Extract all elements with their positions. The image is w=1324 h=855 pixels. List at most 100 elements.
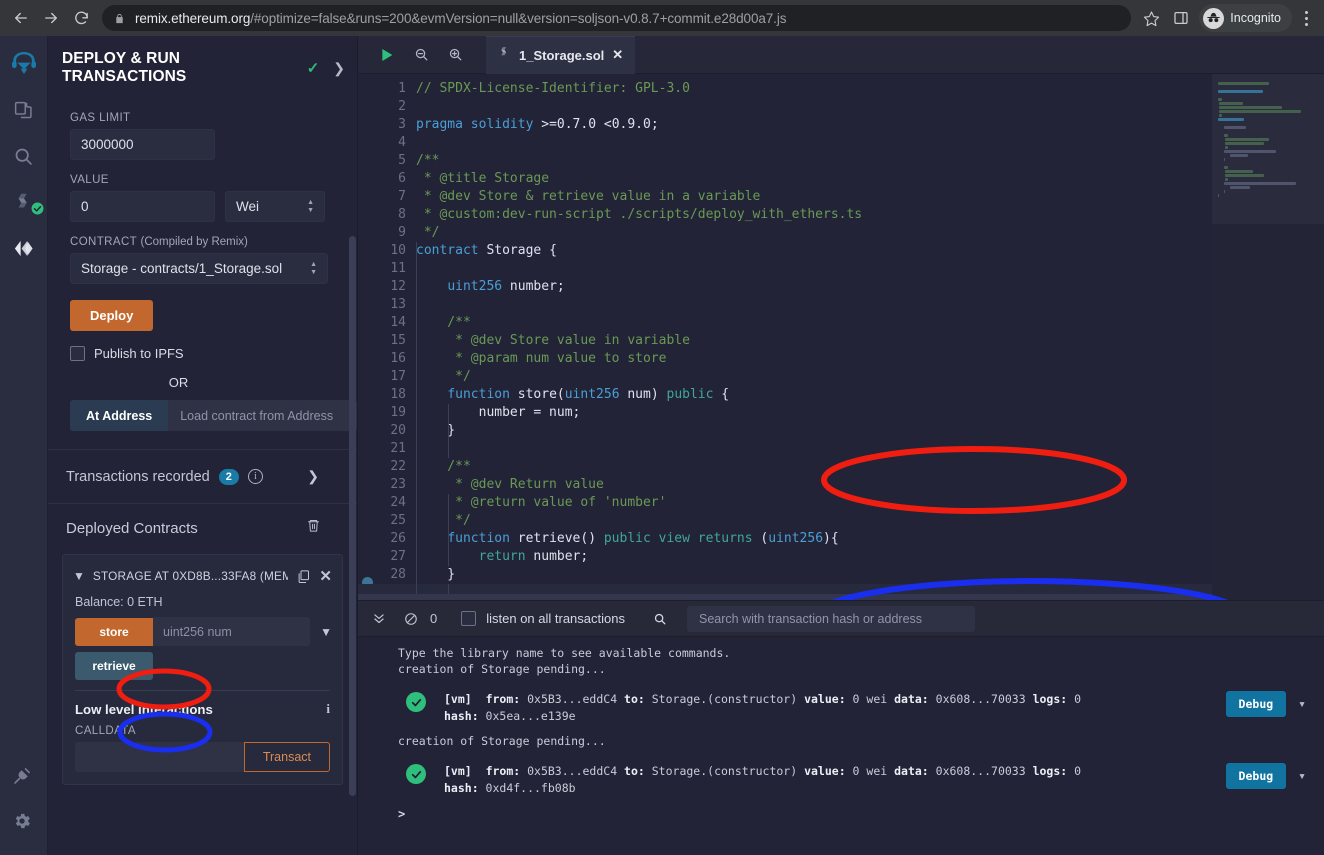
- expand-terminal-icon[interactable]: [368, 608, 390, 630]
- incognito-indicator[interactable]: Incognito: [1199, 4, 1292, 32]
- info-icon[interactable]: i: [247, 469, 263, 484]
- low-level-interactions-header: Low level interactions i: [63, 691, 342, 717]
- listen-all-transactions-checkbox[interactable]: [461, 611, 477, 626]
- clear-console-icon[interactable]: [400, 608, 422, 630]
- contract-select-value: Storage - contracts/1_Storage.sol: [81, 261, 283, 276]
- line-number: 1: [398, 81, 406, 96]
- info-icon[interactable]: i: [326, 701, 330, 717]
- deploy-run-icon[interactable]: [2, 226, 46, 270]
- store-button[interactable]: store: [75, 617, 153, 646]
- editor-horizontal-scrollbar[interactable]: [358, 594, 1218, 600]
- at-address-button[interactable]: At Address: [70, 400, 169, 431]
- code-line: function retrieve() public view returns …: [447, 531, 839, 546]
- terminal-prompt[interactable]: >: [358, 797, 1324, 821]
- terminal-output[interactable]: Type the library name to see available c…: [358, 637, 1324, 855]
- editor-vertical-scrollbar[interactable]: [1204, 74, 1212, 600]
- chevron-down-icon[interactable]: ▾: [1298, 697, 1306, 712]
- line-number: 19: [390, 405, 406, 420]
- close-icon[interactable]: ✕: [319, 567, 332, 585]
- calldata-input[interactable]: [75, 742, 244, 772]
- chevron-down-icon[interactable]: ▼: [73, 569, 85, 583]
- file-explorer-icon[interactable]: [2, 88, 46, 132]
- zoom-out-icon[interactable]: [404, 38, 438, 72]
- contract-balance: Balance: 0 ETH: [75, 595, 163, 609]
- code-line: * @dev Return value: [416, 477, 604, 492]
- back-button[interactable]: [6, 3, 36, 33]
- gas-limit-input[interactable]: 3000000: [70, 129, 215, 160]
- settings-gear-icon[interactable]: [0, 799, 44, 843]
- contract-label: CONTRACT (Compiled by Remix): [70, 236, 357, 248]
- transaction-search-input[interactable]: Search with transaction hash or address: [686, 605, 975, 632]
- plugin-manager-icon[interactable]: [0, 753, 44, 797]
- zoom-in-icon[interactable]: [438, 38, 472, 72]
- close-icon[interactable]: ✕: [612, 47, 623, 63]
- main-area: 1_Storage.sol ✕ 1 2 3 4 5 6 7 8 9 10 11 12 13 14 15 16 1…: [358, 36, 1324, 855]
- debug-button[interactable]: Debug: [1225, 763, 1287, 789]
- code-line: /**: [416, 315, 471, 330]
- code-line: // SPDX-License-Identifier: GPL-3.0: [416, 81, 690, 96]
- calldata-label: CALLDATA: [75, 725, 136, 737]
- side-panel-icon[interactable]: [1167, 4, 1195, 32]
- line-number: 21: [390, 441, 406, 456]
- copy-icon[interactable]: [296, 569, 311, 584]
- contract-label-sub: (Compiled by Remix): [140, 236, 248, 248]
- code-line: */: [416, 369, 471, 384]
- transactions-count-badge: 2: [218, 468, 239, 485]
- chevron-down-icon[interactable]: ▾: [1298, 769, 1306, 784]
- transactions-recorded-label: Transactions recorded: [66, 468, 210, 485]
- line-number: 23: [390, 477, 406, 492]
- search-icon[interactable]: [2, 134, 46, 178]
- panel-scrollbar[interactable]: [349, 236, 356, 796]
- trash-icon[interactable]: [306, 518, 321, 538]
- editor-minimap[interactable]: [1212, 74, 1324, 600]
- store-input[interactable]: uint256 num: [153, 617, 311, 646]
- reload-button[interactable]: [66, 3, 96, 33]
- line-number: 7: [398, 189, 406, 204]
- editor-toolbar: 1_Storage.sol ✕: [358, 36, 1324, 74]
- address-bar[interactable]: remix.ethereum.org/#optimize=false&runs=…: [102, 5, 1132, 31]
- run-script-icon[interactable]: [370, 38, 404, 72]
- contract-card-header[interactable]: ▼ STORAGE AT 0XD8B...33FA8 (MEM ✕: [63, 563, 342, 589]
- chevron-down-icon[interactable]: ▼: [310, 625, 332, 639]
- tab-1-storage-sol[interactable]: 1_Storage.sol ✕: [486, 36, 636, 74]
- value-unit-select[interactable]: Wei ▲ ▼: [225, 191, 325, 222]
- value-input[interactable]: 0: [70, 191, 215, 222]
- chrome-menu-button[interactable]: [1294, 4, 1318, 32]
- chevron-right-icon[interactable]: ❯: [307, 468, 319, 485]
- remix-home-icon[interactable]: [2, 42, 46, 86]
- code-line: * @title Storage: [416, 171, 550, 186]
- solidity-compiler-icon[interactable]: [2, 180, 46, 224]
- code-line: number = num;: [416, 405, 581, 420]
- stepper-icon: ▲ ▼: [307, 198, 314, 214]
- debug-button[interactable]: Debug: [1225, 691, 1287, 717]
- line-number: 9: [398, 225, 406, 240]
- publish-to-ipfs-checkbox[interactable]: [70, 346, 85, 361]
- code-line: * @return value of 'number': [416, 495, 667, 510]
- contract-label-main: CONTRACT: [70, 236, 137, 248]
- check-icon: ✓: [306, 60, 320, 77]
- chevron-right-icon[interactable]: ❯: [333, 60, 345, 77]
- retrieve-button[interactable]: retrieve: [75, 652, 153, 680]
- transactions-recorded-row[interactable]: Transactions recorded 2 i ❯: [48, 450, 357, 503]
- at-address-input[interactable]: Load contract from Address: [168, 400, 357, 431]
- code-editor[interactable]: 1 2 3 4 5 6 7 8 9 10 11 12 13 14 15 16 17 18 19 20 21 22 23 24 2…: [358, 74, 1324, 600]
- incognito-label: Incognito: [1230, 11, 1281, 25]
- incognito-avatar-icon: [1203, 7, 1225, 29]
- contract-select[interactable]: Storage - contracts/1_Storage.sol ▲ ▼: [70, 253, 328, 284]
- line-number: 17: [390, 369, 406, 384]
- bookmark-star-icon[interactable]: [1137, 4, 1165, 32]
- transact-button[interactable]: Transact: [243, 742, 330, 772]
- code-content[interactable]: // SPDX-License-Identifier: GPL-3.0 prag…: [358, 80, 1324, 600]
- search-icon[interactable]: [653, 612, 667, 626]
- stepper-icon: ▲ ▼: [310, 260, 317, 276]
- deploy-button[interactable]: Deploy: [70, 300, 154, 331]
- publish-to-ipfs-row[interactable]: Publish to IPFS: [70, 346, 357, 361]
- forward-button[interactable]: [36, 3, 66, 33]
- or-separator-label: OR: [168, 375, 189, 390]
- value-unit-text: Wei: [236, 199, 260, 214]
- line-number: 25: [390, 513, 406, 528]
- code-line: /**: [416, 459, 471, 474]
- gas-limit-label: GAS LIMIT: [70, 112, 131, 124]
